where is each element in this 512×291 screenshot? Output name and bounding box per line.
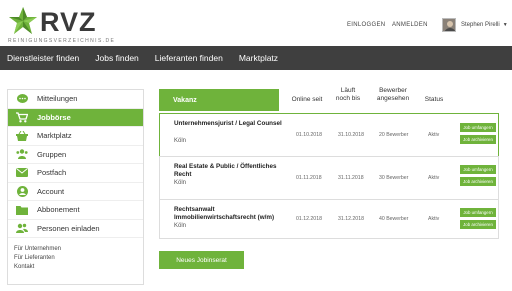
job-location: Köln	[174, 180, 187, 186]
chevron-down-icon: ▼	[502, 22, 508, 28]
column-header-online[interactable]: Online seit	[283, 96, 331, 104]
cart-icon	[16, 111, 28, 123]
logo-tagline: REINIGUNGSVERZEICHNIS.DE	[8, 38, 116, 44]
edit-job-button[interactable]: Job umfangern	[460, 165, 496, 174]
link-fuer-unternehmen[interactable]: Für Unternehmen	[14, 245, 137, 254]
online-date: 01.10.2018	[296, 132, 322, 138]
end-date: 31.11.2018	[338, 175, 364, 181]
sidebar-item-postfach[interactable]: Postfach	[8, 164, 143, 183]
sidebar-item-label: Abbonement	[37, 205, 80, 215]
sidebar-item-label: Marktplatz	[37, 131, 72, 141]
invite-people-icon	[16, 222, 28, 234]
job-title[interactable]: Rechtsanwalt Immobilienwirtschaftsrecht …	[174, 206, 294, 222]
sidebar-item-account[interactable]: Account	[8, 183, 143, 201]
nav-lieferanten[interactable]: Lieferanten finden	[147, 53, 231, 63]
sidebar-item-label: Jobbörse	[37, 112, 71, 122]
status-badge: Aktiv	[428, 132, 440, 138]
column-header-status[interactable]: Status	[419, 96, 449, 104]
sidebar-item-label: Postfach	[37, 168, 67, 178]
user-name: Stephen Pirelli	[461, 22, 500, 28]
main-nav: Dienstleister finden Jobs finden Liefera…	[0, 46, 512, 70]
job-location: Köln	[174, 223, 187, 229]
archive-job-button[interactable]: Job archivieren	[460, 177, 496, 186]
basket-icon	[16, 130, 28, 142]
archive-job-button[interactable]: Job archivieren	[460, 135, 496, 144]
archive-job-button[interactable]: Job archivieren	[460, 220, 496, 229]
end-date: 31.12.2018	[338, 216, 364, 222]
sidebar: Mitteilungen Jobbörse Marktplatz Gruppen…	[7, 89, 144, 285]
nav-dienstleister[interactable]: Dienstleister finden	[0, 53, 87, 63]
sidebar-item-jobboerse[interactable]: Jobbörse	[8, 108, 143, 127]
header: RVZ REINIGUNGSVERZEICHNIS.DE EINLOGGEN A…	[0, 0, 512, 46]
table-header: Vakanz Online seit Läuft noch bis Bewerb…	[159, 87, 499, 111]
logo-text: RVZ	[40, 7, 97, 37]
sidebar-item-marktplatz[interactable]: Marktplatz	[8, 127, 143, 146]
new-job-button[interactable]: Neues Jobinserat	[159, 251, 244, 269]
sidebar-footer: Für Unternehmen Für Lieferanten Kontakt	[8, 238, 143, 272]
job-title[interactable]: Unternehmensjurist / Legal Counsel	[174, 120, 294, 128]
table-row[interactable]: Rechtsanwalt Immobilienwirtschaftsrecht …	[159, 199, 499, 239]
sidebar-item-label: Personen einladen	[37, 223, 100, 233]
applicants-count: 40 Bewerber	[379, 216, 409, 222]
applicants-count: 20 Bewerber	[379, 132, 409, 138]
speech-bubble-icon	[16, 93, 28, 105]
nav-jobs[interactable]: Jobs finden	[87, 53, 146, 63]
sidebar-item-gruppen[interactable]: Gruppen	[8, 146, 143, 164]
status-badge: Aktiv	[428, 175, 440, 181]
edit-job-button[interactable]: Job umfangern	[460, 208, 496, 217]
online-date: 01.12.2018	[296, 216, 322, 222]
job-title[interactable]: Real Estate & Public / Öffentliches Rech…	[174, 163, 294, 179]
column-header-laeuft[interactable]: Läuft noch bis	[333, 87, 363, 103]
envelope-icon	[16, 167, 28, 179]
star-logo-icon	[9, 7, 37, 34]
link-fuer-lieferanten[interactable]: Für Lieferanten	[14, 254, 137, 263]
sidebar-item-mitteilungen[interactable]: Mitteilungen	[8, 90, 143, 109]
group-icon	[16, 148, 28, 160]
status-badge: Aktiv	[428, 216, 440, 222]
job-location: Köln	[174, 138, 187, 144]
sidebar-item-abbonement[interactable]: Abbonement	[8, 201, 143, 220]
register-link[interactable]: ANMELDEN	[392, 22, 428, 28]
folder-icon	[16, 204, 28, 216]
table-row[interactable]: Unternehmensjurist / Legal Counsel Köln …	[159, 113, 499, 159]
end-date: 31.10.2018	[338, 132, 364, 138]
sidebar-item-label: Mitteilungen	[37, 94, 78, 104]
sidebar-item-personen-einladen[interactable]: Personen einladen	[8, 220, 143, 238]
user-menu[interactable]: Stephen Pirelli ▼	[442, 17, 508, 33]
login-link[interactable]: EINLOGGEN	[347, 22, 385, 28]
edit-job-button[interactable]: Job umfangern	[460, 123, 496, 132]
user-icon	[16, 185, 28, 197]
table-row[interactable]: Real Estate & Public / Öffentliches Rech…	[159, 156, 499, 202]
link-kontakt[interactable]: Kontakt	[14, 263, 137, 272]
nav-marktplatz[interactable]: Marktplatz	[231, 53, 286, 63]
avatar	[442, 18, 456, 32]
column-header-vakanz[interactable]: Vakanz	[159, 89, 279, 111]
online-date: 01.11.2018	[296, 175, 322, 181]
sidebar-item-label: Gruppen	[37, 149, 67, 159]
logo[interactable]: RVZ REINIGUNGSVERZEICHNIS.DE	[8, 6, 138, 44]
applicants-count: 30 Bewerber	[379, 175, 409, 181]
sidebar-item-label: Account	[37, 186, 65, 196]
column-header-bewerber[interactable]: Bewerber angesehen	[373, 87, 413, 103]
